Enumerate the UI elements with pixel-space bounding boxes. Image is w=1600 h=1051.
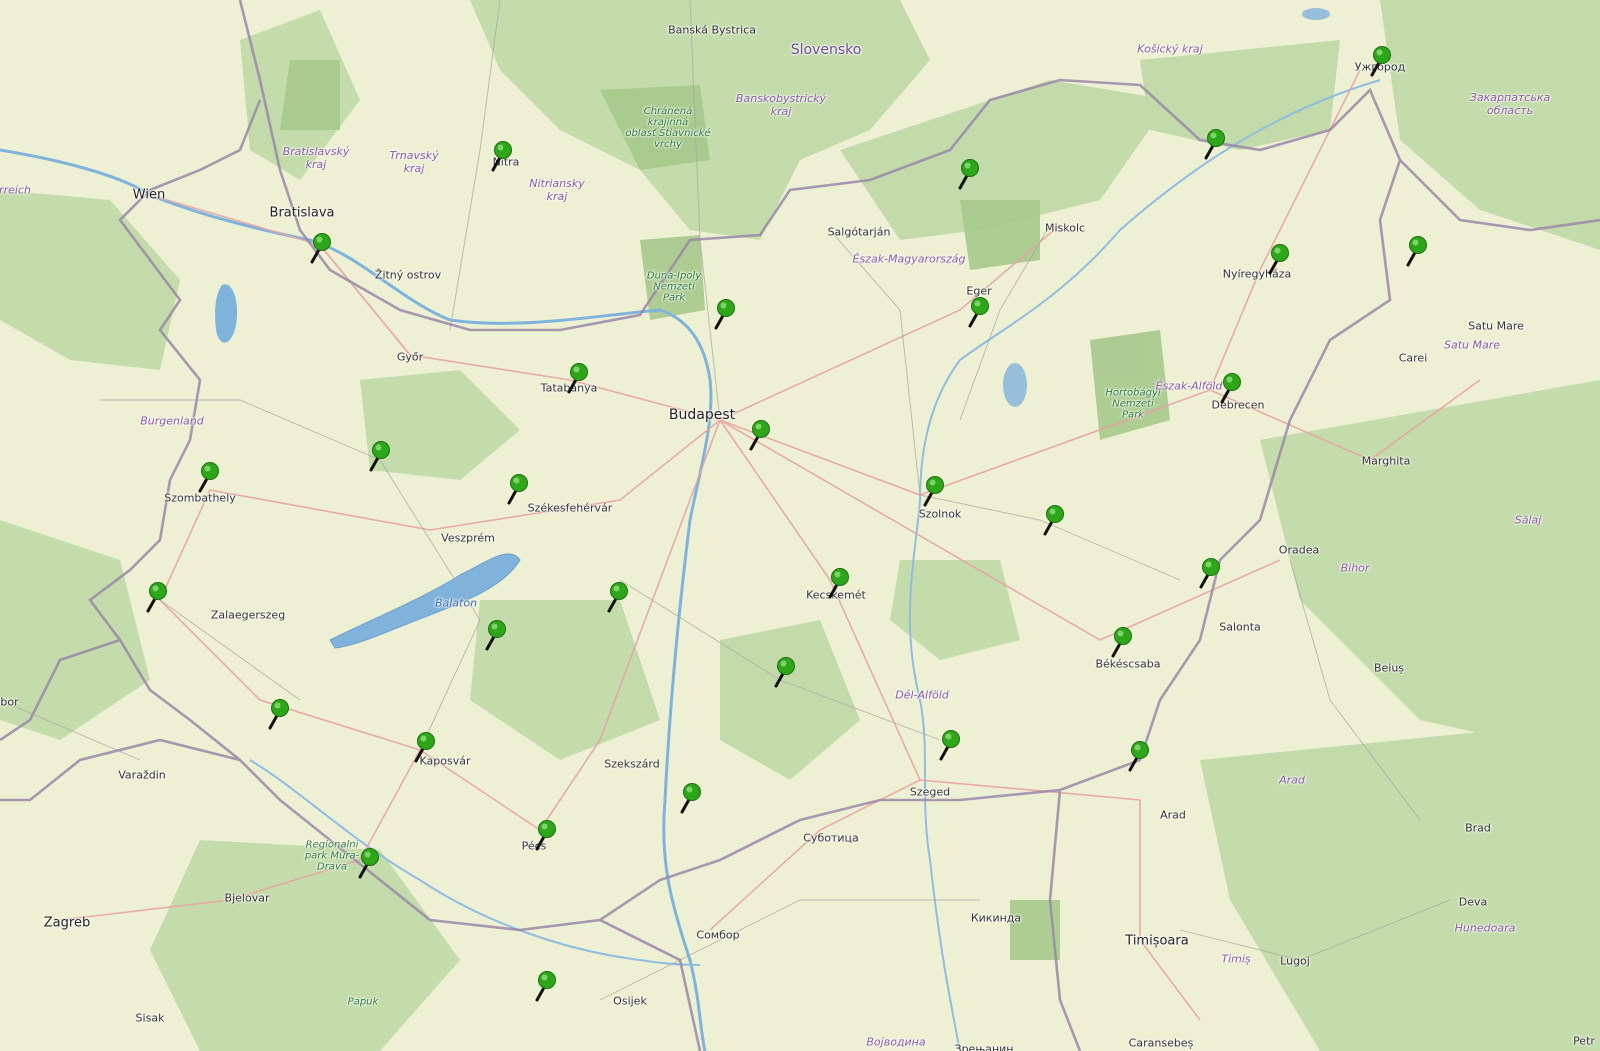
pin-icon: [923, 476, 944, 507]
pin-icon: [1111, 627, 1132, 658]
map-marker-north-borsod[interactable]: [957, 158, 981, 190]
pin-icon: [680, 783, 701, 814]
map-marker-kosice-area[interactable]: [1203, 128, 1227, 160]
pin-icon: [146, 582, 167, 613]
map-marker-nitra[interactable]: [490, 140, 514, 172]
pin-icon: [535, 820, 556, 851]
pin-icon: [567, 363, 588, 394]
map-marker-vac[interactable]: [713, 298, 737, 330]
map-marker-berettyoujfalu[interactable]: [1198, 557, 1222, 589]
pin-icon: [310, 233, 331, 264]
pin-icon: [939, 730, 960, 761]
pin-icon: [1370, 46, 1391, 77]
map-marker-szombathely[interactable]: [197, 461, 221, 493]
map-marker-debrecen[interactable]: [1219, 372, 1243, 404]
pin-icon: [485, 620, 506, 651]
map-marker-uzhhorod[interactable]: [1369, 45, 1393, 77]
map-marker-barcs[interactable]: [357, 847, 381, 879]
map-marker-siofok-south[interactable]: [484, 619, 508, 651]
pin-icon: [1043, 505, 1064, 536]
map-marker-baja[interactable]: [679, 782, 703, 814]
pin-icon: [358, 848, 379, 879]
pin-icon: [268, 699, 289, 730]
map-canvas[interactable]: Banská Bystrica Slovensko Košický kraj Ужго…: [0, 0, 1600, 1051]
map-base-tiles: [0, 0, 1600, 1051]
map-marker-zala-west[interactable]: [145, 581, 169, 613]
pin-icon: [1220, 373, 1241, 404]
pin-icon: [828, 568, 849, 599]
pin-icon: [491, 141, 512, 172]
pin-icon: [507, 474, 528, 505]
map-marker-gyula[interactable]: [1127, 740, 1151, 772]
pin-icon: [714, 299, 735, 330]
map-marker-szolnok[interactable]: [922, 475, 946, 507]
pin-icon: [535, 971, 556, 1002]
map-marker-kaposvar[interactable]: [413, 731, 437, 763]
map-marker-kecskemet[interactable]: [827, 567, 851, 599]
pin-icon: [414, 732, 435, 763]
map-marker-osijek-area[interactable]: [534, 970, 558, 1002]
map-marker-pecs[interactable]: [534, 819, 558, 851]
map-marker-satu-mare-west[interactable]: [1405, 235, 1429, 267]
map-marker-bekescsaba[interactable]: [1110, 626, 1134, 658]
pin-icon: [198, 462, 219, 493]
map-marker-kiskunfelegyhaza[interactable]: [773, 656, 797, 688]
pin-icon: [369, 441, 390, 472]
pin-icon: [749, 420, 770, 451]
pin-icon: [1199, 558, 1220, 589]
map-marker-karcag-south[interactable]: [1042, 504, 1066, 536]
map-marker-nyiregyhaza[interactable]: [1267, 243, 1291, 275]
map-marker-nagykanizsa[interactable]: [267, 698, 291, 730]
pin-icon: [1128, 741, 1149, 772]
pin-icon: [1268, 244, 1289, 275]
map-marker-eger[interactable]: [967, 296, 991, 328]
map-marker-hodmezovasarhely[interactable]: [938, 729, 962, 761]
pin-icon: [958, 159, 979, 190]
pin-icon: [968, 297, 989, 328]
map-marker-papa[interactable]: [368, 440, 392, 472]
map-marker-bratislava-south[interactable]: [309, 232, 333, 264]
map-marker-dunaujvaros[interactable]: [606, 581, 630, 613]
map-marker-tatabanya[interactable]: [566, 362, 590, 394]
pin-icon: [607, 582, 628, 613]
pin-icon: [1406, 236, 1427, 267]
map-marker-szekesfehervar[interactable]: [506, 473, 530, 505]
pin-icon: [1204, 129, 1225, 160]
map-marker-budapest-east[interactable]: [748, 419, 772, 451]
pin-icon: [774, 657, 795, 688]
